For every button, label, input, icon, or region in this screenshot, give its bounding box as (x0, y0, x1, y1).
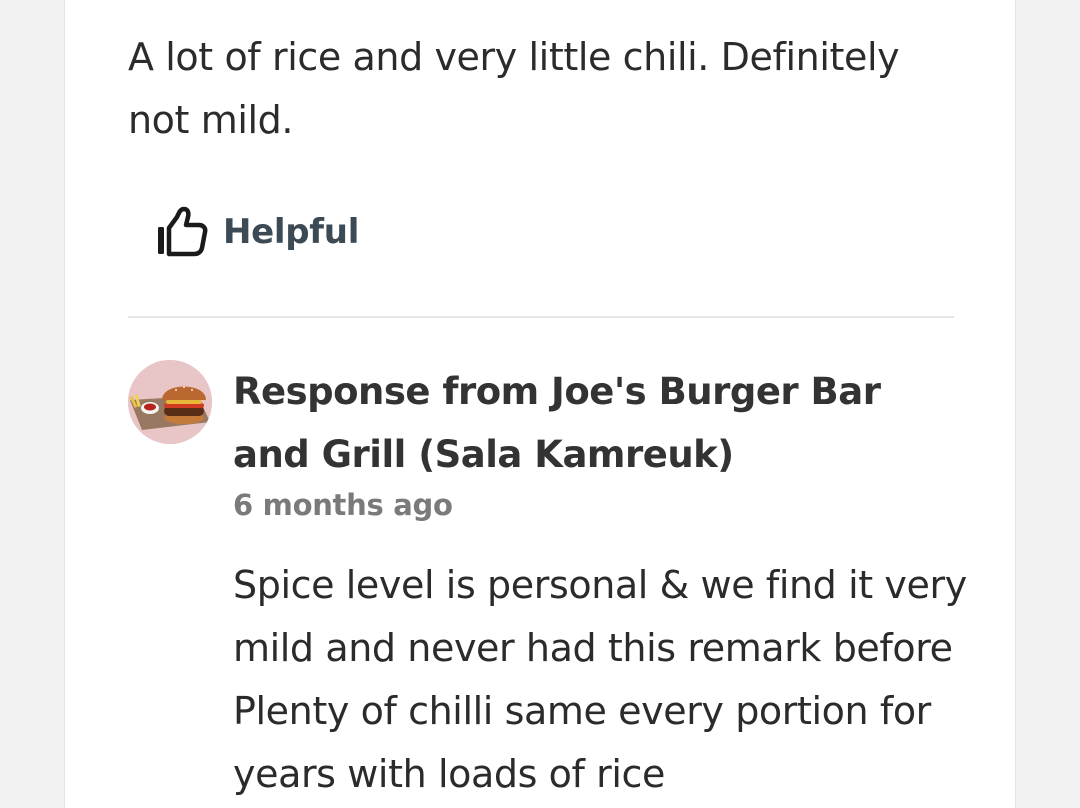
helpful-label: Helpful (223, 212, 360, 252)
review-card: A lot of rice and very little chili. Def… (64, 0, 1016, 808)
response-title: Response from Joe's Burger Bar and Grill… (233, 370, 881, 476)
review-text: A lot of rice and very little chili. Def… (128, 35, 900, 142)
helpful-button[interactable]: Helpful (155, 202, 359, 262)
avatar (128, 360, 212, 444)
thumbs-up-icon (155, 206, 209, 258)
divider (128, 316, 954, 318)
response-text: Spice level is personal & we find it ver… (233, 563, 967, 796)
response-timestamp: 6 months ago (233, 488, 453, 522)
